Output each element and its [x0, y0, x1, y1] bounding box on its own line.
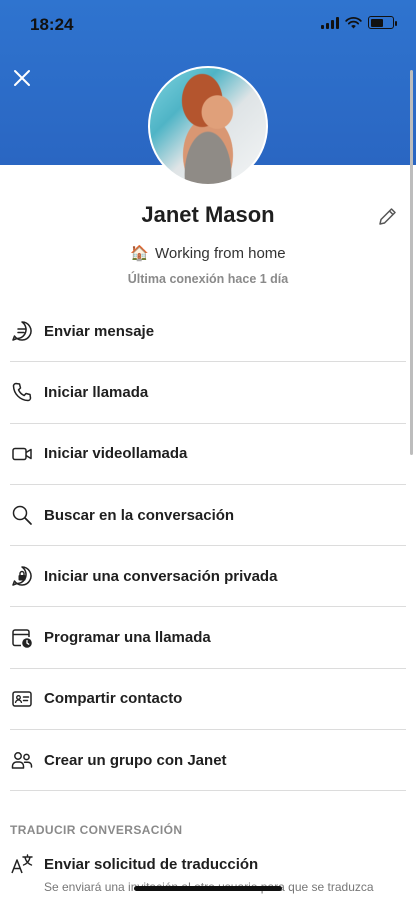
search-conversation-button[interactable]: Buscar en la conversación — [10, 485, 406, 547]
action-label: Iniciar una conversación privada — [44, 567, 278, 585]
action-label: Programar una llamada — [44, 629, 211, 647]
close-icon — [14, 70, 30, 86]
start-video-call-button[interactable]: Iniciar videollamada — [10, 424, 406, 485]
create-group-button[interactable]: Crear un grupo con Janet — [10, 730, 406, 792]
search-icon — [10, 503, 34, 527]
action-label: Iniciar llamada — [44, 383, 149, 401]
last-seen-status: Última conexión hace 1 día — [127, 272, 289, 286]
contact-name: Janet Mason — [141, 202, 275, 227]
mood-text: Working from home — [155, 245, 286, 262]
home-indicator[interactable] — [134, 886, 282, 891]
action-label: Enviar mensaje — [44, 322, 155, 340]
actions-list: Enviar mensaje Iniciar llamada Iniciar v… — [0, 301, 416, 792]
edit-button[interactable] — [376, 206, 400, 230]
pencil-icon — [379, 208, 396, 225]
translate-icon — [10, 852, 34, 876]
action-label: Iniciar videollamada — [44, 445, 188, 463]
video-camera-icon — [10, 442, 34, 466]
scrollbar[interactable] — [410, 70, 413, 455]
group-icon — [10, 748, 34, 772]
battery-icon — [368, 16, 397, 29]
translate-action-label: Enviar solicitud de traducción — [44, 855, 259, 873]
translate-section-title: TRADUCIR CONVERSACIÓN — [10, 823, 183, 837]
cellular-signal-icon — [321, 16, 339, 29]
status-time: 18:24 — [30, 15, 74, 34]
action-label: Buscar en la conversación — [44, 506, 235, 524]
avatar[interactable] — [148, 66, 268, 186]
action-label: Compartir contacto — [44, 690, 183, 708]
phone-icon — [10, 380, 34, 404]
action-label: Crear un grupo con Janet — [44, 751, 227, 769]
share-contact-button[interactable]: Compartir contacto — [10, 669, 406, 731]
start-private-conversation-button[interactable]: Iniciar una conversación privada — [10, 546, 406, 608]
schedule-call-button[interactable]: Programar una llamada — [10, 607, 406, 669]
contact-card-icon — [10, 687, 34, 711]
mood-message: 🏠 Working from home — [0, 244, 416, 262]
chat-bubble-icon — [10, 319, 34, 343]
close-button[interactable] — [10, 66, 34, 90]
wifi-icon — [345, 16, 362, 28]
start-call-button[interactable]: Iniciar llamada — [10, 362, 406, 424]
send-message-button[interactable]: Enviar mensaje — [10, 301, 406, 363]
status-bar: 18:24 — [0, 0, 416, 50]
house-icon: 🏠 — [130, 245, 150, 262]
lock-chat-icon — [10, 564, 34, 588]
contact-name-row: Janet Mason — [0, 202, 416, 228]
status-icons — [321, 16, 397, 29]
calendar-clock-icon — [10, 626, 34, 650]
